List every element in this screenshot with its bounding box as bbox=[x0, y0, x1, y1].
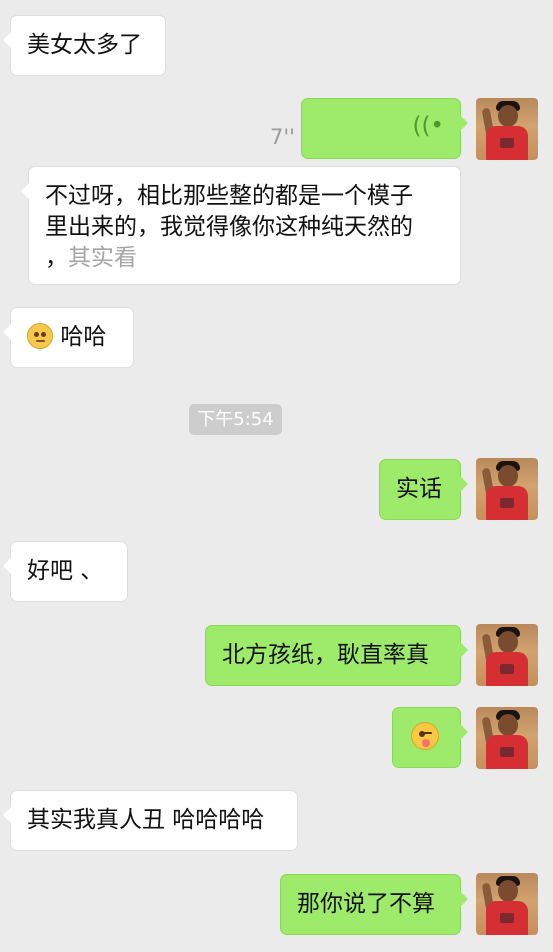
user-avatar[interactable] bbox=[476, 624, 538, 686]
outgoing-message-north[interactable]: 北方孩纸，耿直率真 bbox=[205, 625, 468, 686]
incoming-message-1[interactable]: 美女太多了 bbox=[3, 15, 166, 76]
incoming-message-ugly[interactable]: 其实我真人丑 哈哈哈哈 bbox=[3, 790, 298, 851]
message-text: 北方孩纸，耿直率真 bbox=[222, 642, 429, 668]
message-line-3-faded: 其实看 bbox=[68, 245, 137, 271]
message-line-3-prefix: ， bbox=[45, 245, 68, 271]
incoming-message-ok[interactable]: 好吧 、 bbox=[3, 541, 128, 602]
message-text: 其实我真人丑 哈哈哈哈 bbox=[27, 807, 265, 833]
message-text: 那你说了不算 bbox=[297, 891, 435, 917]
message-line-3: ，其实看 bbox=[45, 243, 444, 274]
message-text: 哈哈 bbox=[60, 324, 107, 350]
outgoing-message-disagree[interactable]: 那你说了不算 bbox=[280, 874, 468, 935]
timestamp-badge: 下午5:54 bbox=[189, 404, 282, 435]
voice-wave-icon: ((• bbox=[412, 113, 444, 139]
message-text: 实话 bbox=[396, 476, 442, 502]
message-text: 美女太多了 bbox=[27, 32, 142, 58]
outgoing-emoji-message[interactable] bbox=[392, 707, 468, 768]
message-line-2: 里出来的，我觉得像你这种纯天然的 bbox=[45, 214, 413, 240]
user-avatar[interactable] bbox=[476, 873, 538, 935]
voice-duration-label: 7'' bbox=[270, 125, 295, 149]
user-avatar[interactable] bbox=[476, 707, 538, 769]
message-line-1: 不过呀，相比那些整的都是一个模子 bbox=[45, 183, 413, 209]
sheepish-smile-emoji bbox=[27, 323, 53, 349]
incoming-message-laugh[interactable]: 哈哈 bbox=[3, 307, 134, 368]
user-avatar[interactable] bbox=[476, 458, 538, 520]
outgoing-voice-message[interactable]: ((• bbox=[301, 98, 468, 159]
incoming-message-long[interactable]: 不过呀，相比那些整的都是一个模子 里出来的，我觉得像你这种纯天然的 ，其实看 bbox=[21, 166, 461, 285]
user-avatar[interactable] bbox=[476, 98, 538, 160]
wink-tongue-emoji bbox=[411, 722, 439, 750]
message-text: 好吧 、 bbox=[27, 558, 104, 584]
outgoing-message-truth[interactable]: 实话 bbox=[379, 459, 468, 520]
